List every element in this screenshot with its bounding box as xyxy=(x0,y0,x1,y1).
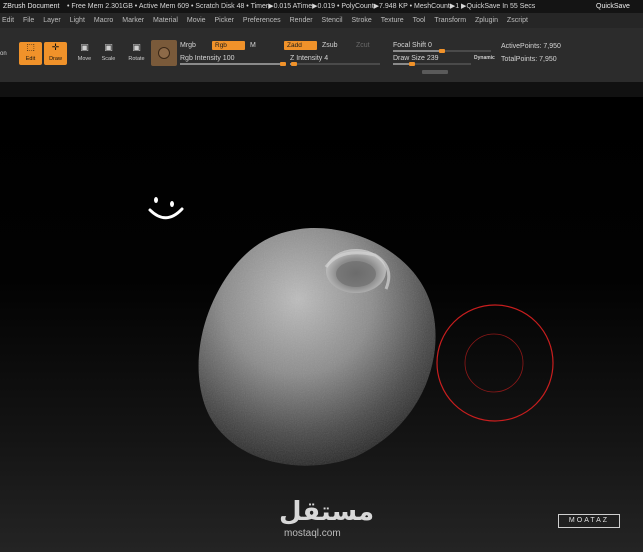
sculpt-mesh[interactable] xyxy=(198,228,436,466)
move-icon: ▣ xyxy=(80,43,89,53)
zadd-toggle[interactable]: Zadd xyxy=(284,41,317,50)
zsub-toggle[interactable]: Zsub xyxy=(322,42,338,49)
scale-button[interactable]: ▣ Scale xyxy=(97,42,120,65)
rotate-icon: ▣ xyxy=(132,43,141,53)
menu-file[interactable]: File xyxy=(23,17,34,24)
focal-shift-label: Focal Shift 0 xyxy=(393,42,432,49)
menu-stroke[interactable]: Stroke xyxy=(352,17,372,24)
top-shelf: on ⬚ Edit ✛ Draw ▣ Move ▣ Scale ▣ Rotate… xyxy=(0,28,643,82)
move-button[interactable]: ▣ Move xyxy=(73,42,96,65)
menu-bar: Edit File Layer Light Macro Marker Mater… xyxy=(0,13,643,28)
rgb-intensity-slider[interactable]: Rgb Intensity 100 xyxy=(180,54,286,66)
menu-texture[interactable]: Texture xyxy=(381,17,404,24)
menu-layer[interactable]: Layer xyxy=(43,17,61,24)
mrgb-toggle[interactable]: Mrgb xyxy=(180,42,196,49)
mostaql-url: mostaql.com xyxy=(284,528,341,539)
mostaql-logo: مستقل xyxy=(279,497,375,527)
app-title: ZBrush Document xyxy=(3,3,60,10)
signature-badge: MOATAZ xyxy=(558,514,620,528)
smiley-eye-left xyxy=(154,197,158,203)
title-bar: ZBrush Document • Free Mem 2.301GB • Act… xyxy=(0,0,643,13)
m-toggle[interactable]: M xyxy=(250,42,256,49)
menu-picker[interactable]: Picker xyxy=(215,17,234,24)
material-sphere-icon xyxy=(158,47,170,59)
viewport-svg xyxy=(148,197,554,466)
menu-zplugin[interactable]: Zplugin xyxy=(475,17,498,24)
draw-icon: ✛ xyxy=(51,43,60,53)
brush-inner-ring xyxy=(464,333,524,393)
side-label: on xyxy=(0,51,7,57)
quicksave-button[interactable]: QuickSave xyxy=(596,0,630,13)
edit-button[interactable]: ⬚ Edit xyxy=(19,42,42,65)
rgb-toggle[interactable]: Rgb xyxy=(212,41,245,50)
document-strip xyxy=(0,82,643,97)
rotate-button[interactable]: ▣ Rotate xyxy=(125,42,148,65)
menu-movie[interactable]: Movie xyxy=(187,17,206,24)
z-intensity-slider[interactable]: Z Intensity 4 xyxy=(290,54,380,66)
status-readout: • Free Mem 2.301GB • Active Mem 609 • Sc… xyxy=(67,3,536,10)
menu-edit[interactable]: Edit xyxy=(2,17,14,24)
draw-size-label: Draw Size 239 xyxy=(393,55,439,62)
menu-render[interactable]: Render xyxy=(290,17,313,24)
dynamic-toggle[interactable]: Dynamic xyxy=(474,55,495,61)
menu-stencil[interactable]: Stencil xyxy=(322,17,343,24)
focal-shift-slider[interactable]: Focal Shift 0 xyxy=(393,41,491,53)
menu-transform[interactable]: Transform xyxy=(434,17,466,24)
rgb-intensity-label: Rgb Intensity 100 xyxy=(180,55,235,62)
menu-light[interactable]: Light xyxy=(70,17,85,24)
edit-icon: ⬚ xyxy=(26,43,35,53)
menu-macro[interactable]: Macro xyxy=(94,17,113,24)
menu-zscript[interactable]: Zscript xyxy=(507,17,528,24)
scale-icon: ▣ xyxy=(104,43,113,53)
draw-button[interactable]: ✛ Draw xyxy=(44,42,67,65)
z-intensity-label: Z Intensity 4 xyxy=(290,55,329,62)
smiley-mouth xyxy=(148,207,184,220)
brush-outer-ring xyxy=(436,304,554,422)
active-points-readout: ActivePoints: 7,950 xyxy=(501,43,561,50)
draw-size-slider[interactable]: Draw Size 239 xyxy=(393,54,471,66)
smiley-eye-right xyxy=(170,201,174,207)
zcut-toggle[interactable]: Zcut xyxy=(356,42,370,49)
menu-tool[interactable]: Tool xyxy=(413,17,426,24)
shelf-scroll-handle[interactable] xyxy=(422,70,448,74)
total-points-readout: TotalPoints: 7,950 xyxy=(501,56,557,63)
menu-material[interactable]: Material xyxy=(153,17,178,24)
viewport-canvas[interactable]: مستقل mostaql.com MOATAZ xyxy=(0,97,643,552)
menu-marker[interactable]: Marker xyxy=(122,17,144,24)
material-button[interactable] xyxy=(151,40,177,66)
menu-preferences[interactable]: Preferences xyxy=(243,17,281,24)
